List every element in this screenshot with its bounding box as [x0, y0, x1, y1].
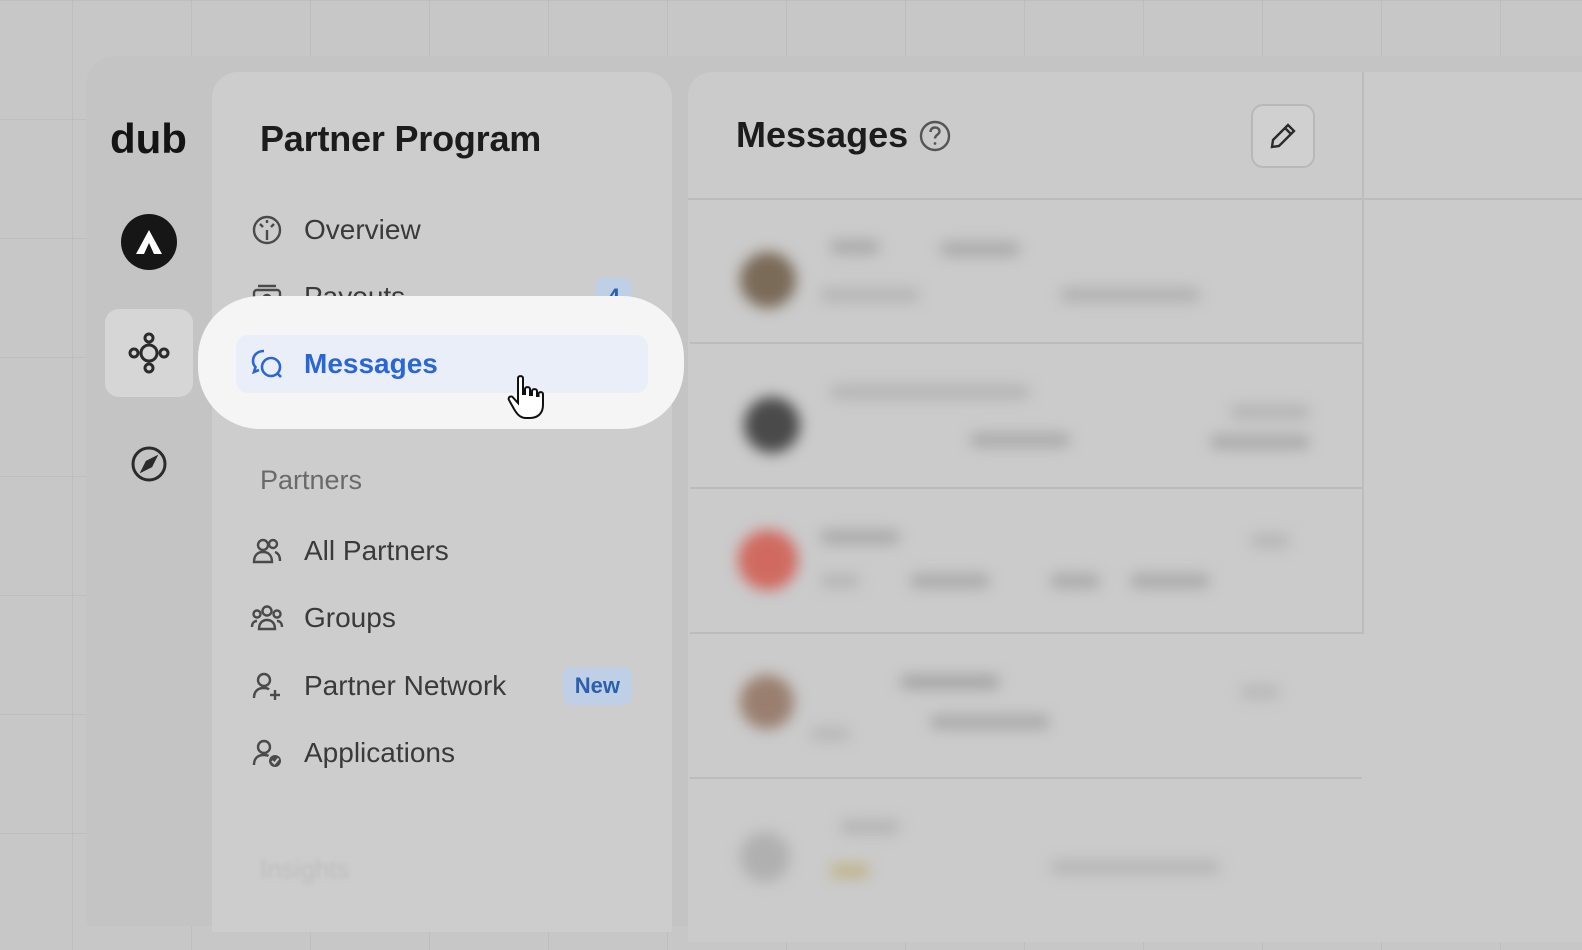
nav-item-overview[interactable]: Overview — [236, 201, 648, 259]
message-row[interactable] — [690, 635, 1362, 779]
message-row[interactable] — [690, 200, 1362, 344]
user-check-icon — [250, 736, 284, 770]
nav-item-all-partners[interactable]: All Partners — [236, 522, 648, 580]
workspace-logo-icon — [136, 230, 162, 254]
message-row[interactable] — [690, 490, 1362, 634]
nav-item-applications[interactable]: Applications — [236, 724, 648, 782]
message-row[interactable] — [690, 780, 1362, 924]
pencil-icon — [1270, 123, 1296, 149]
panel-divider — [1362, 72, 1364, 634]
compass-icon — [131, 446, 167, 482]
overview-gauge-icon — [250, 213, 284, 247]
program-title: Partner Program — [260, 118, 542, 159]
message-row[interactable] — [690, 345, 1362, 489]
workspace-avatar[interactable] — [121, 214, 177, 270]
compose-message-button[interactable] — [1251, 104, 1315, 168]
messages-title: Messages — [736, 114, 909, 155]
insights-section-heading: Insights — [260, 854, 350, 884]
nav-label: Groups — [304, 602, 396, 633]
partners-section-heading: Partners — [260, 465, 363, 495]
help-circle-icon[interactable] — [918, 119, 952, 153]
new-badge: New — [562, 667, 632, 705]
messages-icon — [250, 347, 284, 381]
users-icon — [250, 534, 284, 568]
nav-label: All Partners — [304, 535, 449, 566]
programs-rail-button[interactable] — [105, 309, 193, 397]
nav-item-groups[interactable]: Groups — [236, 589, 648, 647]
svg-text:dub: dub — [110, 118, 187, 162]
hand-cursor-icon — [507, 375, 544, 419]
explore-rail-button[interactable] — [105, 420, 193, 508]
nav-label: Partner Network — [304, 670, 507, 701]
nav-item-partner-network[interactable]: Partner Network New — [236, 657, 648, 715]
user-plus-icon — [250, 669, 284, 703]
nav-item-messages[interactable]: Messages — [236, 335, 648, 393]
groups-icon — [250, 601, 284, 635]
programs-icon — [128, 332, 170, 374]
nav-label: Applications — [304, 737, 455, 768]
nav-label: Messages — [304, 348, 438, 379]
dub-logo[interactable]: dub — [110, 118, 190, 162]
nav-label: Overview — [304, 214, 421, 245]
